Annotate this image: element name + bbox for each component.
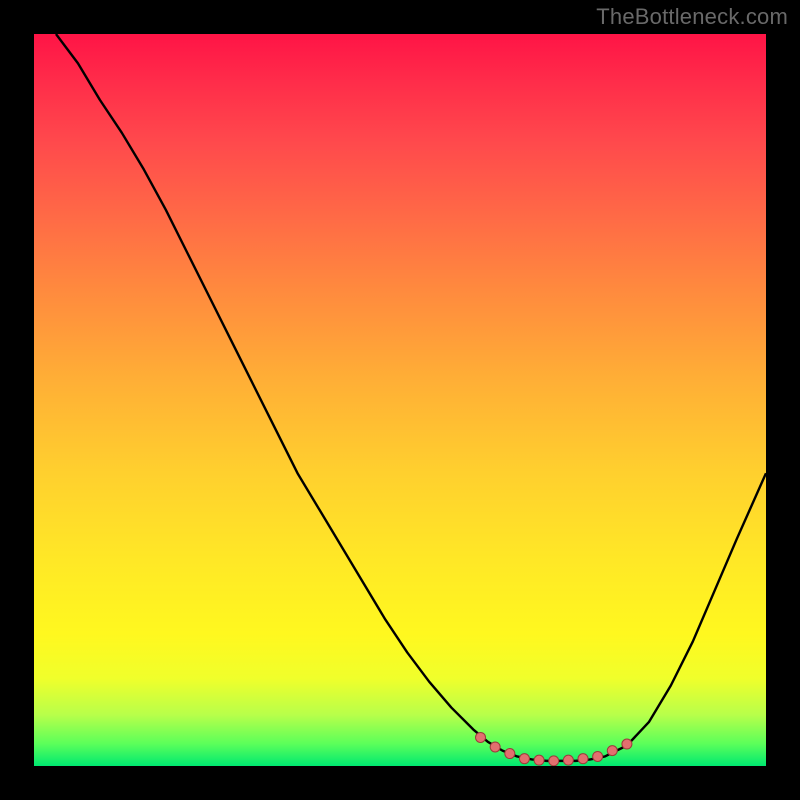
marker-group xyxy=(476,732,632,765)
chart-stage: TheBottleneck.com xyxy=(0,0,800,800)
plot-area xyxy=(34,34,766,766)
marker-point xyxy=(549,756,559,766)
bottleneck-curve-svg xyxy=(34,34,766,766)
marker-point xyxy=(505,749,515,759)
marker-point xyxy=(622,739,632,749)
marker-point xyxy=(578,754,588,764)
watermark-text: TheBottleneck.com xyxy=(596,4,788,30)
marker-point xyxy=(476,732,486,742)
marker-point xyxy=(563,755,573,765)
bottleneck-curve xyxy=(56,34,766,761)
marker-point xyxy=(607,746,617,756)
marker-point xyxy=(519,754,529,764)
marker-point xyxy=(534,755,544,765)
marker-point xyxy=(593,751,603,761)
marker-point xyxy=(490,742,500,752)
